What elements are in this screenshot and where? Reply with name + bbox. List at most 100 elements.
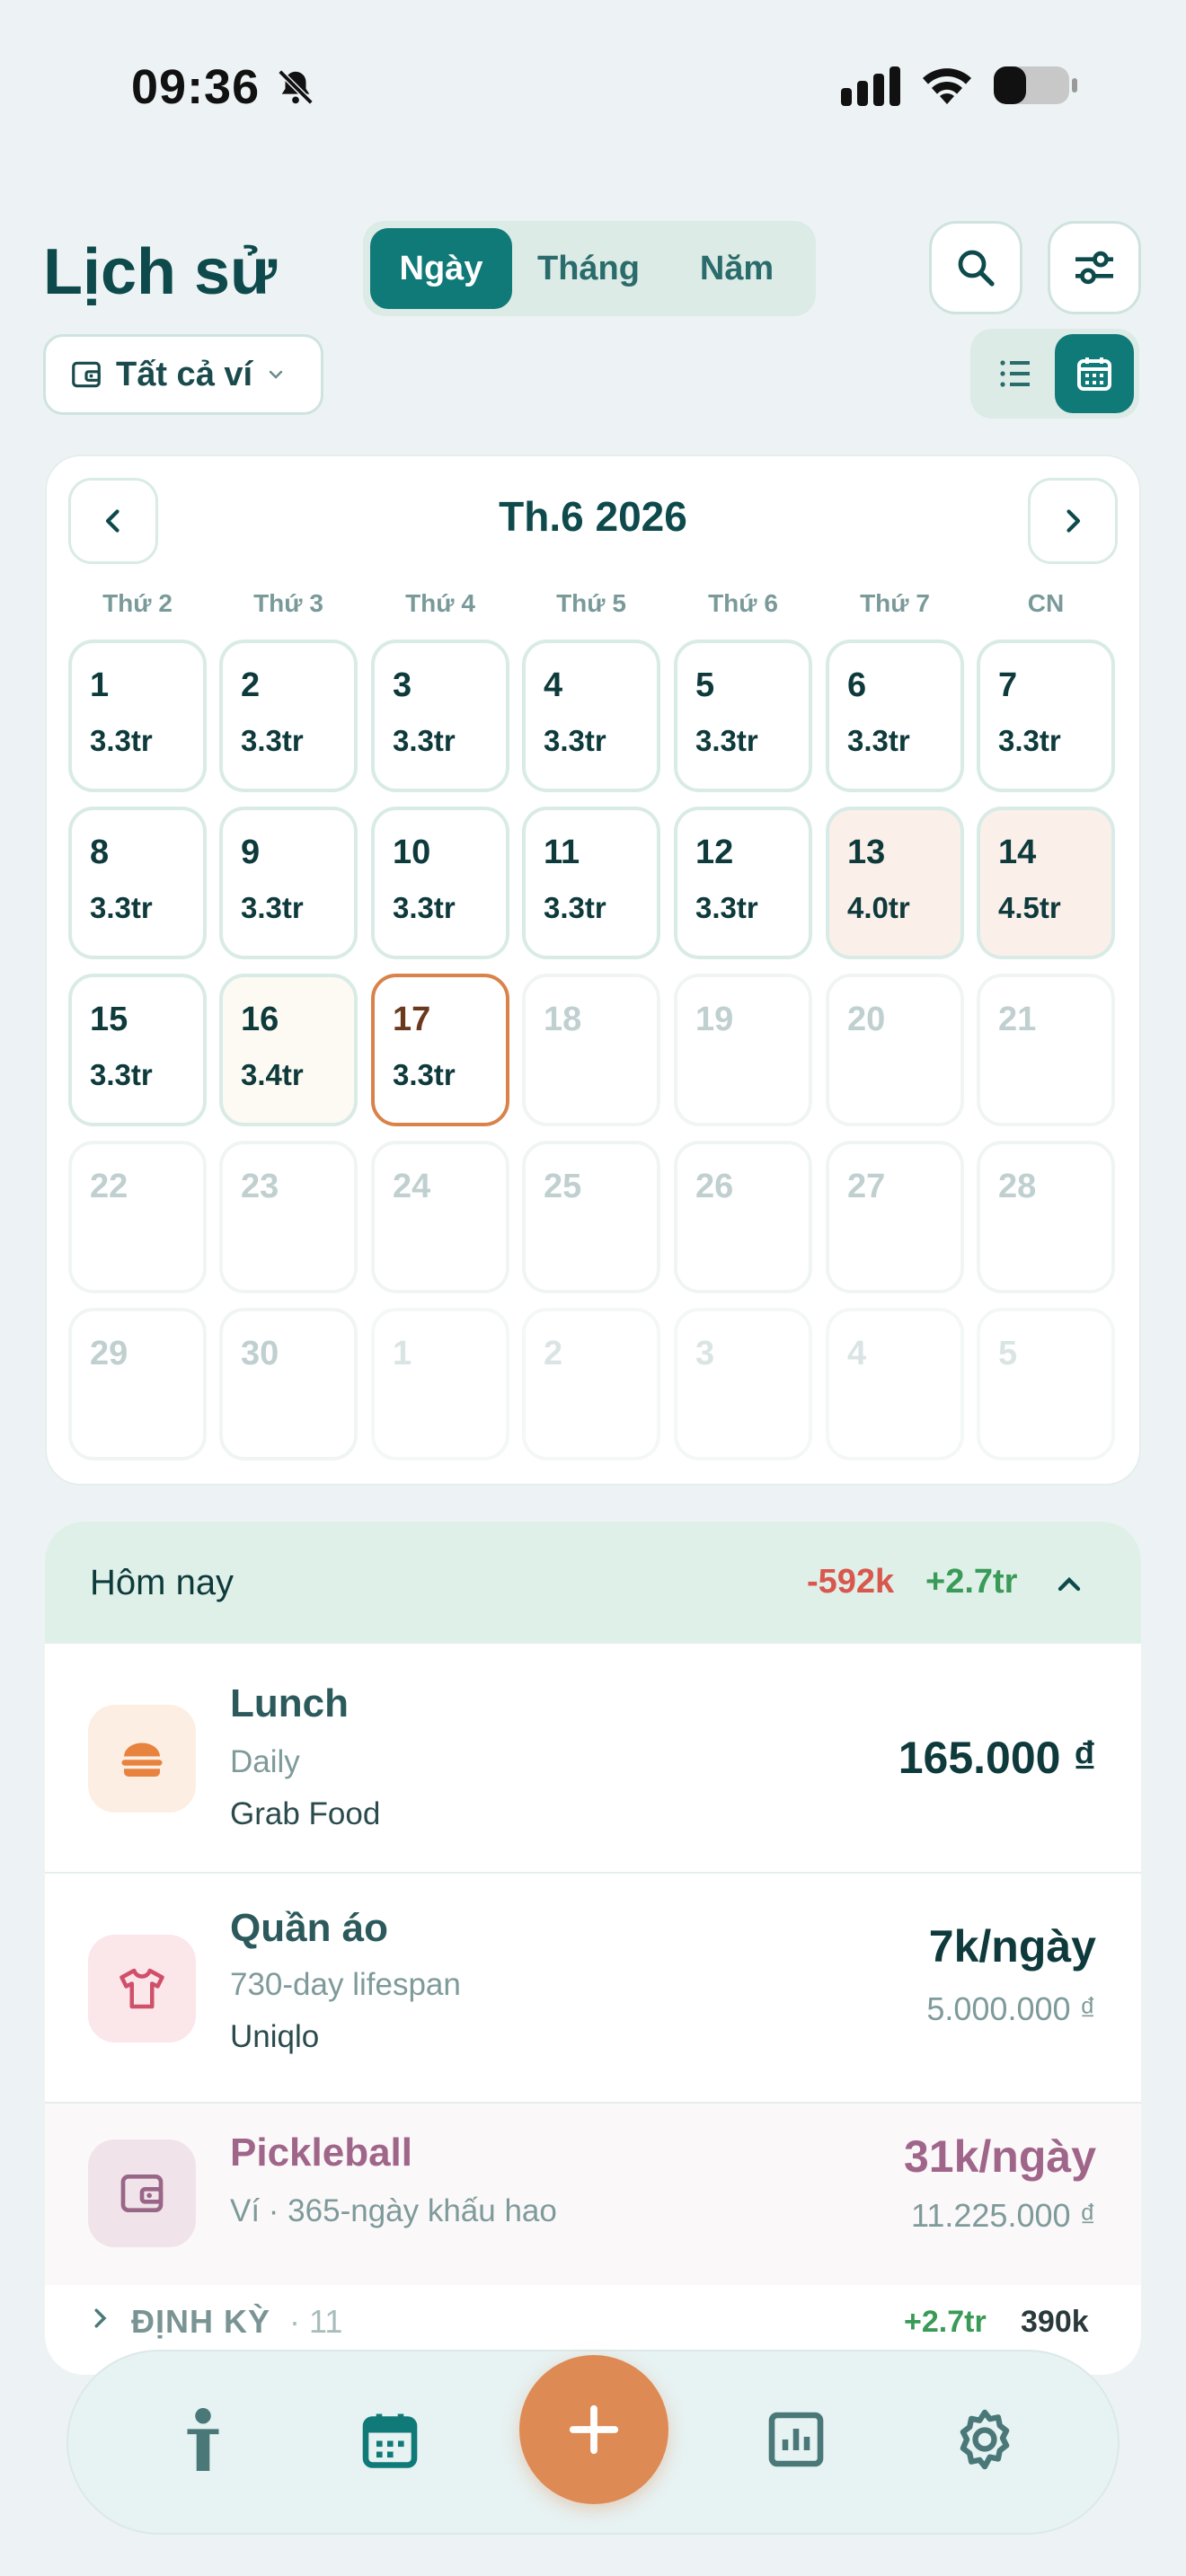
transaction-name: Quần áo [230,1906,389,1950]
weekday-label: Thứ 5 [556,589,626,617]
calendar-day[interactable]: 2 3.3tr [219,640,358,792]
calendar-day[interactable]: 7 3.3tr [977,640,1115,792]
today-header[interactable]: Hôm nay -592k +2.7tr [45,1522,1141,1642]
day-number: 19 [695,1001,734,1038]
transaction-row-lunch[interactable]: Lunch Daily Grab Food 165.000 ₫ [45,1642,1141,1872]
view-toggle [970,329,1139,419]
calendar-day[interactable]: 22 [68,1141,207,1293]
tab-month[interactable]: Tháng [516,228,661,309]
calendar-day[interactable]: 3 3.3tr [371,640,509,792]
wallet-icon [88,2139,196,2247]
nav-calendar[interactable] [354,2404,426,2475]
search-button[interactable] [929,221,1022,314]
day-number: 27 [847,1168,886,1205]
day-total: 3.3tr [393,891,456,924]
add-transaction-button[interactable] [519,2355,668,2504]
tshirt-icon [88,1935,196,2042]
calendar-day[interactable]: 13 4.0tr [826,807,964,959]
wallet-filter-dropdown[interactable]: Tất cả ví [43,334,323,415]
calendar-day[interactable]: 20 [826,974,964,1126]
day-number: 6 [847,666,867,704]
battery-icon [994,66,1077,104]
calendar-day[interactable]: 25 [522,1141,660,1293]
calendar-day[interactable]: 2 [522,1308,660,1460]
chevron-left-icon [105,509,119,533]
tab-day[interactable]: Ngày [370,228,512,309]
status-time: 09:36 [131,60,261,114]
calendar-day[interactable]: 5 3.3tr [674,640,812,792]
list-view-icon [1000,360,1030,387]
list-view-button[interactable] [976,334,1055,413]
month-label: Th.6 2026 [499,493,687,540]
day-total: 3.3tr [90,1058,153,1091]
day-total: 3.3tr [544,724,606,757]
weekday-label: CN [1027,589,1065,617]
weekday-label: Thứ 4 [405,589,475,617]
transaction-row-pickleball[interactable]: Pickleball Ví · 365-ngày khấu hao 31k/ng… [45,2102,1141,2285]
next-month-button[interactable] [1028,478,1118,564]
calendar-day[interactable]: 1 3.3tr [68,640,207,792]
calendar-day[interactable]: 5 [977,1308,1115,1460]
tab-year[interactable]: Năm [665,228,809,309]
nav-stats[interactable] [760,2404,832,2475]
calendar-day[interactable]: 10 3.3tr [371,807,509,959]
calendar-day[interactable]: 18 [522,974,660,1126]
day-number: 24 [393,1168,431,1205]
day-number: 25 [544,1168,582,1205]
day-total: 3.3tr [847,724,910,757]
day-number: 3 [393,666,412,704]
calendar-day[interactable]: 19 [674,974,812,1126]
day-number: 12 [695,834,734,871]
today-expense: -592k [807,1563,895,1601]
day-number: 28 [998,1168,1037,1205]
calendar-day[interactable]: 21 [977,974,1115,1126]
wifi-icon [923,68,971,104]
calendar-day[interactable]: 30 [219,1308,358,1460]
day-number: 5 [998,1335,1018,1372]
recurring-label: ĐỊNH KỲ [131,2303,271,2340]
calendar-day[interactable]: 3 [674,1308,812,1460]
calendar-day[interactable]: 14 4.5tr [977,807,1115,959]
period-segmented-control: Ngày Tháng Năm [363,221,816,316]
day-number: 23 [241,1168,279,1205]
day-number: 2 [241,666,261,704]
transaction-lifespan: 730-day lifespan [230,1967,461,2002]
calendar-day[interactable]: 1 [371,1308,509,1460]
transaction-total: 11.225.000 ₫ [911,2197,1096,2234]
day-number: 11 [544,834,580,871]
calendar-day[interactable]: 6 3.3tr [826,640,964,792]
transaction-row-clothes[interactable]: Quần áo 730-day lifespan Uniqlo 7k/ngày … [45,1872,1141,2102]
calendar-day[interactable]: 29 [68,1308,207,1460]
filter-sliders-icon [1075,251,1113,285]
calendar-day[interactable]: 12 3.3tr [674,807,812,959]
signal-icon [841,66,900,106]
chevron-down-icon [269,370,283,379]
filter-button[interactable] [1048,221,1141,314]
calendar-day[interactable]: 16 3.4tr [219,974,358,1126]
calendar-day[interactable]: 26 [674,1141,812,1293]
calendar-day[interactable]: 8 3.3tr [68,807,207,959]
calendar-day[interactable]: 11 3.3tr [522,807,660,959]
transaction-merchant: Uniqlo [230,2019,320,2054]
calendar-day[interactable]: 4 [826,1308,964,1460]
day-total: 3.3tr [544,891,606,924]
calendar-view-button[interactable] [1055,334,1134,413]
calendar-day[interactable]: 23 [219,1141,358,1293]
day-number: 4 [544,666,563,704]
prev-month-button[interactable] [68,478,158,564]
day-number: 17 [393,1001,431,1038]
today-label: Hôm nay [90,1563,235,1602]
calendar-day[interactable]: 28 [977,1141,1115,1293]
calendar-day[interactable]: 27 [826,1141,964,1293]
nav-profile[interactable] [167,2404,239,2475]
transaction-daily-amount: 7k/ngày [928,1921,1096,1972]
calendar-day[interactable]: 9 3.3tr [219,807,358,959]
calendar-day[interactable]: 24 [371,1141,509,1293]
calendar-day[interactable]: 15 3.3tr [68,974,207,1126]
calendar-day[interactable]: 4 3.3tr [522,640,660,792]
transaction-daily-amount: 31k/ngày [903,2131,1096,2182]
day-number: 4 [847,1335,867,1372]
calendar-day-today[interactable]: 17 3.3tr [371,974,509,1126]
nav-settings[interactable] [949,2404,1021,2475]
chevron-up-icon[interactable] [1051,1566,1087,1602]
